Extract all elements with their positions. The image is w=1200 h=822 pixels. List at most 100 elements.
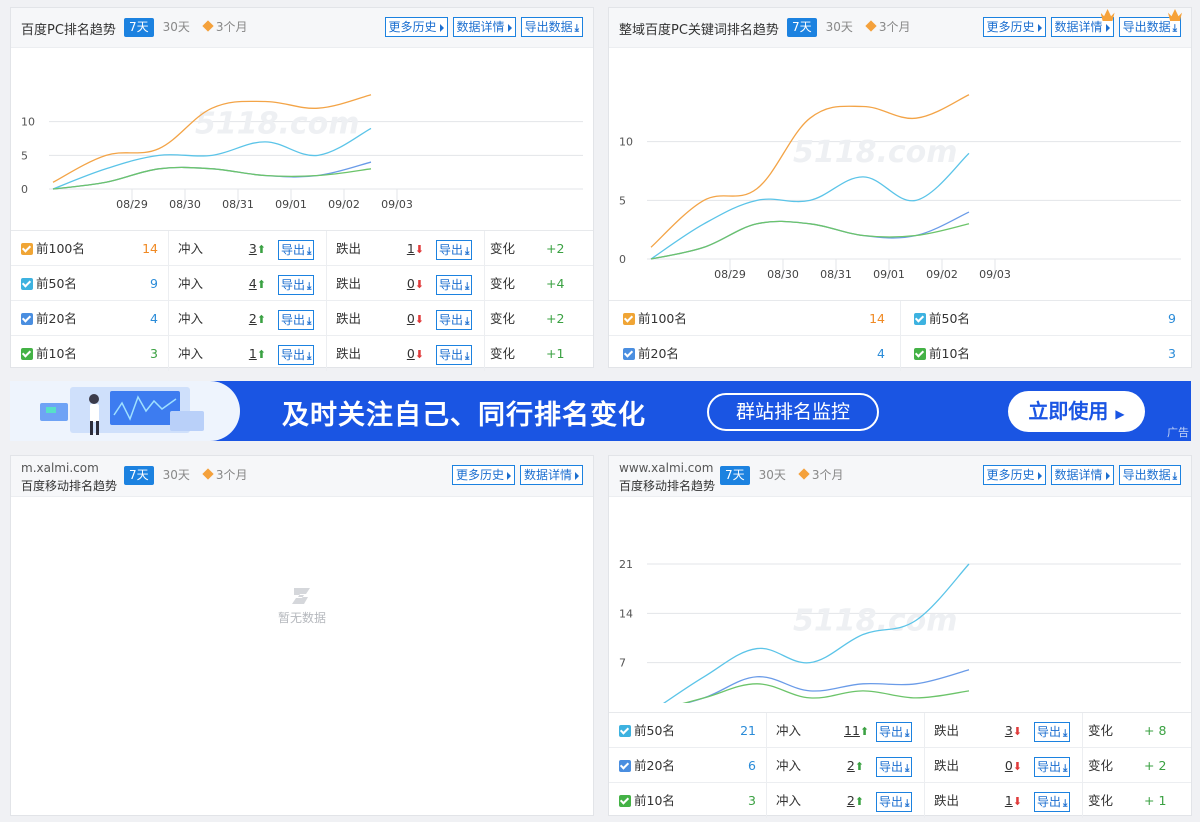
- arrow-down-icon: ⬇: [414, 243, 424, 256]
- rank-label-cell[interactable]: 前20名: [619, 748, 675, 783]
- fall-out-count[interactable]: 0: [407, 346, 415, 361]
- arrow-up-icon: ⬆: [859, 725, 870, 738]
- banner-illustration: [10, 381, 240, 441]
- data-detail-button[interactable]: 数据详情: [519, 465, 583, 485]
- checkbox-icon[interactable]: [623, 313, 635, 325]
- summary-label-cell[interactable]: 前100名: [623, 301, 687, 336]
- caret-right-icon: [1037, 471, 1042, 480]
- export-button[interactable]: 导出 ⤓: [876, 791, 913, 812]
- rush-in-count[interactable]: 1: [249, 346, 257, 361]
- checkbox-icon[interactable]: [21, 278, 33, 290]
- checkbox-icon[interactable]: [623, 348, 635, 360]
- more-history-label: 更多历史: [455, 468, 504, 482]
- more-history-button[interactable]: 更多历史: [451, 465, 515, 485]
- rank-label-cell[interactable]: 前100名: [21, 231, 85, 266]
- export-button[interactable]: 导出 ⤓: [436, 344, 473, 365]
- change-value: +2: [546, 241, 565, 256]
- rank-label-cell[interactable]: 前20名: [21, 301, 77, 336]
- arrow-down-icon: ⬇: [1012, 760, 1022, 773]
- rush-in-count[interactable]: 4: [249, 276, 257, 291]
- checkbox-icon[interactable]: [619, 725, 631, 737]
- tab-30-days[interactable]: 30天: [158, 466, 195, 485]
- export-button[interactable]: 导出 ⤓: [278, 309, 315, 330]
- tab-7-days[interactable]: 7天: [124, 466, 154, 485]
- export-button[interactable]: 导出 ⤓: [436, 274, 473, 295]
- tab-30-days[interactable]: 30天: [754, 466, 791, 485]
- fall-out-label: 跌出: [336, 241, 362, 256]
- use-now-button[interactable]: 立即使用 ▶: [1008, 391, 1145, 432]
- fall-out-count[interactable]: 0: [1005, 758, 1013, 773]
- tab-3-months-label: 3个月: [215, 468, 248, 482]
- tab-3-months[interactable]: 3个月: [199, 466, 253, 485]
- summary-label-cell[interactable]: 前10名: [914, 336, 970, 371]
- header-buttons: 更多历史 数据详情 导出数据 ⤓: [384, 17, 583, 37]
- tab-7-days[interactable]: 7天: [124, 18, 154, 37]
- checkbox-icon[interactable]: [914, 348, 926, 360]
- checkbox-icon[interactable]: [21, 243, 33, 255]
- export-out-cell: 导出 ⤓: [1034, 713, 1071, 748]
- more-history-button[interactable]: 更多历史: [384, 17, 448, 37]
- export-button[interactable]: 导出 ⤓: [876, 756, 913, 777]
- checkbox-icon[interactable]: [619, 795, 631, 807]
- tab-3-months-label: 3个月: [811, 468, 844, 482]
- rank-label: 前10名: [634, 793, 675, 808]
- export-button[interactable]: 导出 ⤓: [278, 344, 315, 365]
- rush-in-count[interactable]: 3: [249, 241, 257, 256]
- fall-out-cell: 1⬇: [404, 231, 424, 266]
- rush-in-cell: 11⬆: [844, 713, 869, 748]
- more-history-button[interactable]: 更多历史: [982, 17, 1046, 37]
- export-data-button[interactable]: 导出数据 ⤓: [1118, 465, 1181, 485]
- export-label: 导出: [439, 242, 464, 257]
- rush-in-count[interactable]: 11: [844, 723, 860, 738]
- tab-30-days[interactable]: 30天: [158, 18, 195, 37]
- rank-label-cell[interactable]: 前50名: [619, 713, 675, 748]
- export-button[interactable]: 导出 ⤓: [278, 239, 315, 260]
- export-button[interactable]: 导出 ⤓: [1034, 756, 1071, 777]
- more-history-label: 更多历史: [388, 20, 437, 34]
- more-history-button[interactable]: 更多历史: [982, 465, 1046, 485]
- rush-in-count[interactable]: 2: [249, 311, 257, 326]
- fall-out-count[interactable]: 3: [1005, 723, 1013, 738]
- tab-3-months[interactable]: 3个月: [795, 466, 849, 485]
- export-data-button[interactable]: 导出数据 ⤓: [520, 17, 583, 37]
- fall-out-count[interactable]: 1: [1005, 793, 1013, 808]
- download-icon: ⤓: [1063, 797, 1068, 809]
- fall-out-count[interactable]: 1: [407, 241, 415, 256]
- promo-banner[interactable]: 及时关注自己、同行排名变化 群站排名监控 立即使用 ▶ 广告: [10, 381, 1191, 441]
- tab-3-months[interactable]: 3个月: [199, 18, 253, 37]
- checkbox-icon[interactable]: [21, 348, 33, 360]
- checkbox-icon[interactable]: [619, 760, 631, 772]
- rank-label-cell[interactable]: 前10名: [21, 336, 77, 371]
- caret-right-icon: ▶: [1115, 407, 1125, 421]
- rank-label-cell[interactable]: 前50名: [21, 266, 77, 301]
- data-detail-button[interactable]: 数据详情: [452, 17, 516, 37]
- arrow-down-icon: ⬇: [1012, 795, 1022, 808]
- tab-30-days[interactable]: 30天: [821, 18, 858, 37]
- summary-label-cell[interactable]: 前50名: [914, 301, 970, 336]
- tab-7-days[interactable]: 7天: [720, 466, 750, 485]
- export-in-cell: 导出 ⤓: [278, 301, 315, 336]
- rank-count: 14: [142, 241, 158, 256]
- checkbox-icon[interactable]: [21, 313, 33, 325]
- checkbox-icon[interactable]: [914, 313, 926, 325]
- rank-label-cell[interactable]: 前10名: [619, 783, 675, 818]
- rush-in-count[interactable]: 2: [847, 758, 855, 773]
- export-button[interactable]: 导出 ⤓: [876, 721, 913, 742]
- divider: [484, 301, 485, 335]
- fall-out-count[interactable]: 0: [407, 276, 415, 291]
- export-button[interactable]: 导出 ⤓: [1034, 721, 1071, 742]
- export-button[interactable]: 导出 ⤓: [436, 309, 473, 330]
- data-detail-button[interactable]: 数据详情: [1050, 9, 1115, 37]
- summary-label-cell[interactable]: 前20名: [623, 336, 679, 371]
- rush-in-count[interactable]: 2: [847, 793, 855, 808]
- tab-7-days[interactable]: 7天: [787, 18, 817, 37]
- site-group-monitor-pill[interactable]: 群站排名监控: [707, 393, 879, 431]
- tab-3-months[interactable]: 3个月: [862, 18, 916, 37]
- data-detail-button[interactable]: 数据详情: [1050, 465, 1114, 485]
- export-button[interactable]: 导出 ⤓: [1034, 791, 1071, 812]
- export-button[interactable]: 导出 ⤓: [436, 239, 473, 260]
- export-data-button[interactable]: 导出数据 ⤓: [1118, 9, 1182, 37]
- fall-out-count[interactable]: 0: [407, 311, 415, 326]
- export-button[interactable]: 导出 ⤓: [278, 274, 315, 295]
- export-in-cell: 导出 ⤓: [278, 336, 315, 371]
